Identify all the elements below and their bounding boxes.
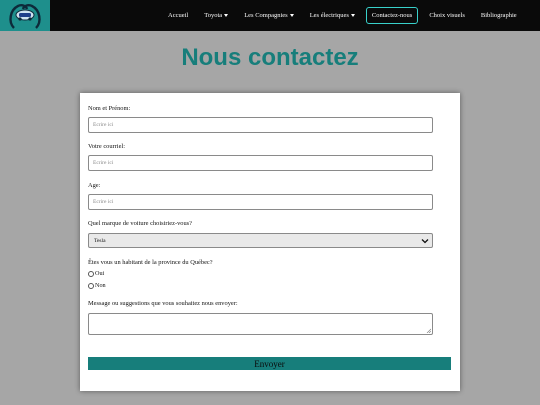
caret-down-icon — [350, 14, 355, 17]
caret-down-icon — [289, 14, 294, 17]
message-label: Message ou suggestions que vous souhaite… — [88, 300, 238, 307]
message-textarea[interactable] — [88, 313, 433, 335]
caret-down-icon — [224, 14, 229, 17]
nav-item-label: Contactez-nous — [371, 12, 413, 19]
nav-item-label: Choix visuels — [429, 12, 465, 19]
age-label: Age: — [88, 182, 101, 189]
age-input[interactable] — [88, 194, 433, 210]
nav-item-accueil[interactable]: Accueil — [160, 12, 196, 19]
email-label: Votre courriel: — [88, 143, 125, 150]
page-title: Nous contactez — [181, 44, 359, 71]
contact-form: Nom et Prénom: Votre courriel: Age: Quel… — [80, 93, 460, 391]
nav-item-label: Les électriques — [309, 12, 349, 19]
nav-item-label: Toyota — [204, 12, 223, 19]
nav-item-choix-visuels[interactable]: Choix visuels — [421, 12, 473, 19]
radio-no[interactable]: Non — [88, 282, 106, 289]
radio-circle-icon[interactable] — [88, 270, 94, 277]
resize-handle-icon[interactable] — [426, 328, 431, 333]
nav-item-toyota[interactable]: Toyota — [196, 12, 236, 19]
email-input[interactable] — [88, 155, 433, 171]
nav-item-les-compagnies[interactable]: Les Compagnies — [236, 12, 302, 19]
nav-item-les-electriques[interactable]: Les électriques — [302, 12, 363, 19]
name-label: Nom et Prénom: — [88, 105, 131, 112]
brand-label: Quel marque de voiture choisiriez-vous? — [88, 220, 192, 227]
radio-circle-icon[interactable] — [88, 282, 94, 289]
nav-menu: Accueil Toyota Les Compagnies Les électr… — [160, 0, 525, 31]
radio-no-label: Non — [95, 282, 106, 289]
nav-item-label: Les Compagnies — [244, 12, 288, 19]
nav-item-label: Bibliographie — [480, 12, 517, 19]
radio-yes-label: Oui — [95, 270, 105, 277]
nav-item-label: Accueil — [168, 12, 189, 19]
nav-item-bibliographie[interactable]: Bibliographie — [473, 12, 525, 19]
nav-item-contactez-nous[interactable]: Contactez-nous — [365, 7, 419, 24]
logo-icon[interactable] — [0, 0, 50, 31]
top-navbar: Accueil Toyota Les Compagnies Les électr… — [0, 0, 540, 31]
brand-select[interactable]: Tesla — [88, 233, 433, 248]
chevron-down-icon — [421, 239, 429, 244]
radio-yes[interactable]: Oui — [88, 270, 104, 277]
brand-select-value: Tesla — [94, 237, 106, 244]
name-input[interactable] — [88, 117, 433, 133]
submit-button[interactable]: Envoyer — [88, 357, 451, 370]
resident-label: Êtes vous un habitant de la province du … — [88, 259, 213, 266]
